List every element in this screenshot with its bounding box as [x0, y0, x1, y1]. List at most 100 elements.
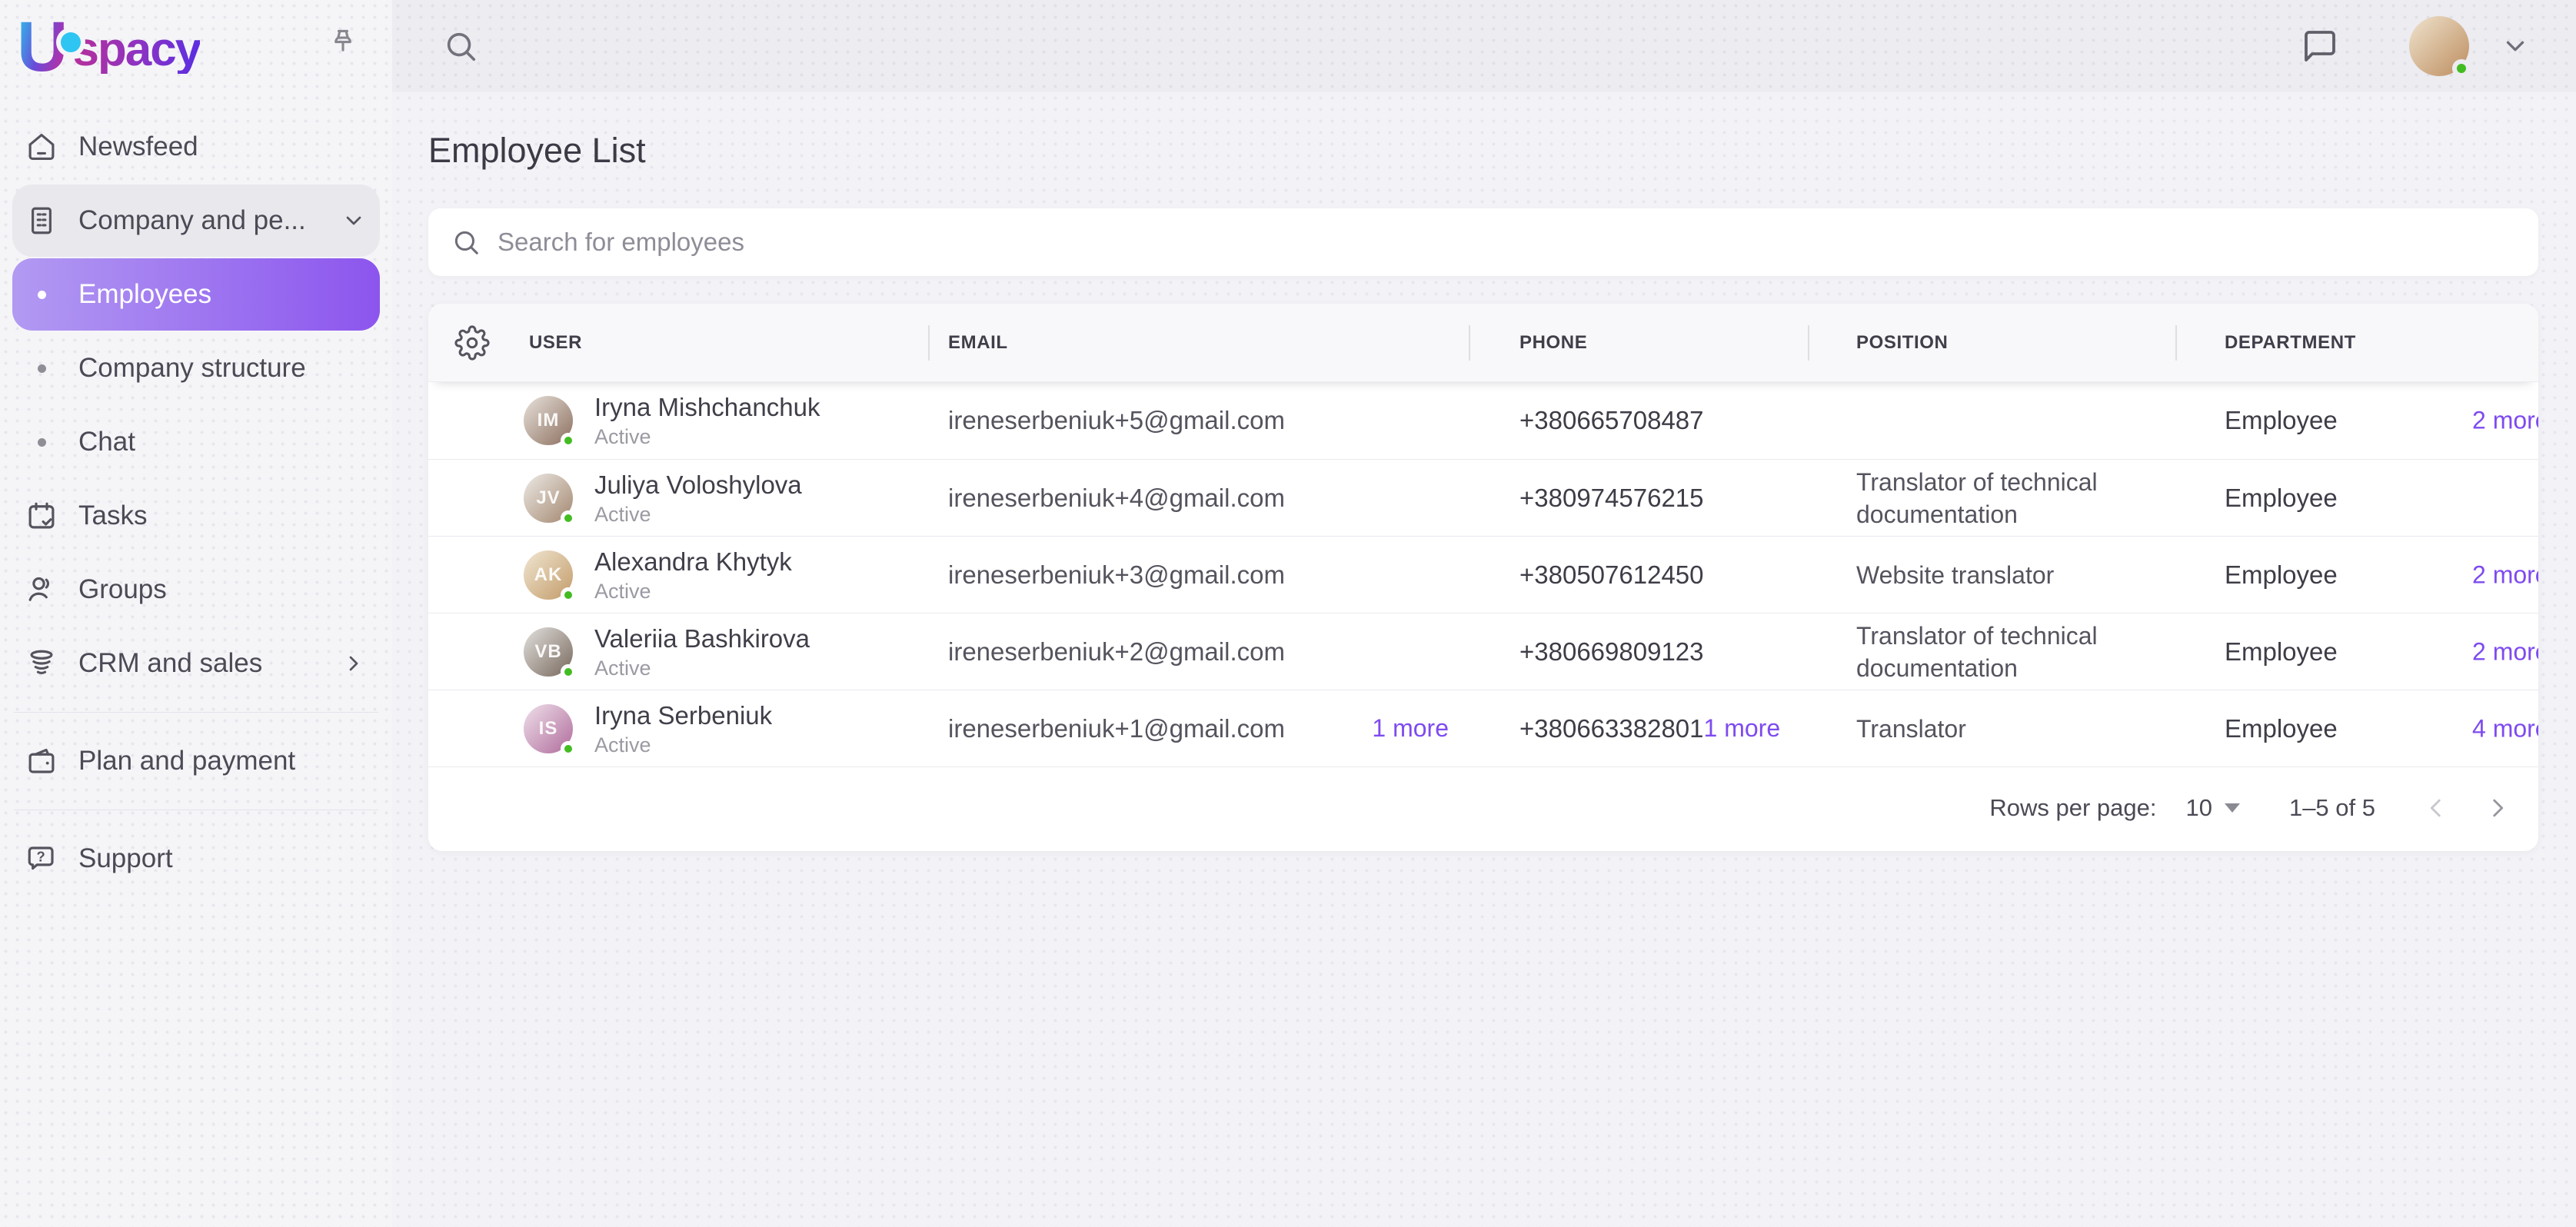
table-pagination: Rows per page: 10 1–5 of 5 — [428, 766, 2538, 848]
uspacy-logo[interactable]: U spacy — [17, 20, 200, 74]
employee-position: Translator — [1856, 713, 2133, 745]
next-page-button[interactable] — [2484, 795, 2511, 821]
employee-status: Active — [594, 580, 792, 604]
column-header-department: DEPARTMENT — [2225, 332, 2356, 354]
avatar-initials: JV — [536, 487, 560, 509]
sidebar-item-label: Newsfeed — [78, 131, 198, 162]
wallet-icon — [25, 744, 58, 778]
employee-avatar: VB — [524, 627, 573, 677]
caret-down-icon — [2225, 803, 2240, 813]
status-dot — [561, 510, 576, 526]
employee-department: Employee — [2225, 714, 2338, 743]
online-status-dot — [2452, 59, 2471, 78]
employee-email: ireneserbeniuk+1@gmail.com — [948, 714, 1285, 743]
employee-name[interactable]: Alexandra Khytyk — [594, 547, 792, 577]
sidebar-item-newsfeed[interactable]: Newsfeed — [12, 111, 380, 183]
employee-name[interactable]: Iryna Serbeniuk — [594, 700, 772, 731]
employee-phone: +380665708487 — [1519, 406, 1704, 435]
employee-email: ireneserbeniuk+3@gmail.com — [948, 560, 1285, 590]
status-dot — [561, 664, 576, 680]
row-more-link[interactable]: 2 more — [2472, 560, 2538, 589]
funnel-icon — [25, 647, 58, 680]
row-more-link[interactable]: 2 more — [2472, 407, 2538, 435]
employee-department: Employee — [2225, 560, 2338, 590]
email-more-link[interactable]: 1 more — [1372, 714, 1449, 743]
logo-dot — [61, 32, 81, 52]
employee-avatar: IM — [524, 396, 573, 445]
employee-table: USER EMAIL PHONE POSITION DEPARTMENT IM … — [428, 304, 2538, 851]
employee-name[interactable]: Juliya Voloshylova — [594, 470, 802, 500]
employee-email: ireneserbeniuk+5@gmail.com — [948, 406, 1285, 435]
sidebar-item-groups[interactable]: Groups — [12, 554, 380, 626]
sidebar-item-chat[interactable]: Chat — [12, 406, 380, 478]
logo-wordmark: spacy — [72, 26, 200, 74]
search-icon[interactable] — [443, 28, 478, 64]
svg-text:?: ? — [37, 849, 45, 865]
building-icon — [25, 204, 58, 238]
sidebar-item-tasks[interactable]: Tasks — [12, 480, 380, 552]
row-more-link[interactable]: 2 more — [2472, 637, 2538, 666]
column-header-phone: PHONE — [1519, 332, 1587, 354]
employee-department: Employee — [2225, 406, 2338, 435]
bullet-icon — [25, 364, 58, 373]
sidebar-item-plan-and-payment[interactable]: Plan and payment — [12, 725, 380, 797]
employee-position: Translator of technical documentation — [1856, 620, 2133, 684]
employee-status: Active — [594, 503, 802, 527]
phone-more-link[interactable]: 1 more — [1704, 714, 1781, 743]
table-row[interactable]: JV Juliya Voloshylova Active ireneserben… — [428, 459, 2538, 536]
employee-status: Active — [594, 733, 772, 757]
table-settings-gear-icon[interactable] — [454, 325, 490, 361]
employee-name[interactable]: Iryna Mishchanchuk — [594, 392, 820, 423]
avatar-initials: VB — [534, 641, 561, 663]
employee-status: Active — [594, 425, 820, 449]
bullet-icon — [25, 291, 58, 299]
employee-phone: +380663382801 — [1519, 714, 1704, 743]
sidebar-item-crm-and-sales[interactable]: CRM and sales — [12, 627, 380, 700]
table-row[interactable]: IM Iryna Mishchanchuk Active ireneserben… — [428, 382, 2538, 459]
row-more-link[interactable]: 4 more — [2472, 714, 2538, 743]
employee-phone: +380974576215 — [1519, 484, 1704, 513]
table-row[interactable]: IS Iryna Serbeniuk Active ireneserbeniuk… — [428, 690, 2538, 766]
sidebar-item-label: Groups — [78, 574, 167, 605]
employee-phone: +380669809123 — [1519, 637, 1704, 667]
sidebar-item-label: Company and pe... — [78, 205, 306, 236]
sidebar-divider — [14, 712, 378, 713]
employee-department: Employee — [2225, 637, 2338, 667]
search-icon — [451, 228, 481, 257]
chat-icon[interactable] — [2301, 28, 2338, 65]
employee-department: Employee — [2225, 484, 2338, 513]
sidebar-menu: Newsfeed Company and pe... Employees Com… — [0, 111, 392, 895]
column-header-user: USER — [529, 332, 582, 354]
sidebar-item-company-and-people[interactable]: Company and pe... — [12, 185, 380, 257]
sidebar-item-label: Plan and payment — [78, 746, 295, 776]
table-row[interactable]: AK Alexandra Khytyk Active ireneserbeniu… — [428, 536, 2538, 613]
previous-page-button[interactable] — [2423, 795, 2449, 821]
search-input[interactable] — [498, 208, 2515, 276]
status-dot — [561, 741, 576, 756]
sidebar-item-employees[interactable]: Employees — [12, 258, 380, 331]
table-row[interactable]: VB Valeriia Bashkirova Active ireneserbe… — [428, 613, 2538, 690]
calendar-check-icon — [25, 499, 58, 533]
sidebar-item-company-structure[interactable]: Company structure — [12, 332, 380, 404]
sidebar-item-label: Employees — [78, 279, 211, 310]
status-dot — [561, 587, 576, 603]
sidebar-item-support[interactable]: ? Support — [12, 823, 380, 895]
employee-status: Active — [594, 657, 810, 680]
sidebar-item-label: Tasks — [78, 500, 147, 531]
rows-per-page-label: Rows per page: — [1989, 794, 2156, 822]
sidebar-item-label: Company structure — [78, 353, 306, 384]
employee-avatar: JV — [524, 474, 573, 523]
employee-position: Translator of technical documentation — [1856, 466, 2133, 530]
chevron-down-icon — [341, 208, 366, 233]
employee-search-bar[interactable] — [428, 208, 2538, 276]
employee-email: ireneserbeniuk+2@gmail.com — [948, 637, 1285, 667]
logo-u-mark: U — [17, 20, 65, 74]
table-header: USER EMAIL PHONE POSITION DEPARTMENT — [428, 304, 2538, 382]
user-avatar[interactable] — [2409, 16, 2469, 76]
employee-name[interactable]: Valeriia Bashkirova — [594, 623, 810, 654]
sidebar-item-label: CRM and sales — [78, 648, 262, 679]
employee-phone: +380507612450 — [1519, 560, 1704, 590]
pin-sidebar-icon[interactable] — [326, 26, 360, 60]
rows-per-page-select[interactable]: 10 — [2185, 794, 2239, 822]
chevron-down-icon[interactable] — [2501, 32, 2530, 61]
